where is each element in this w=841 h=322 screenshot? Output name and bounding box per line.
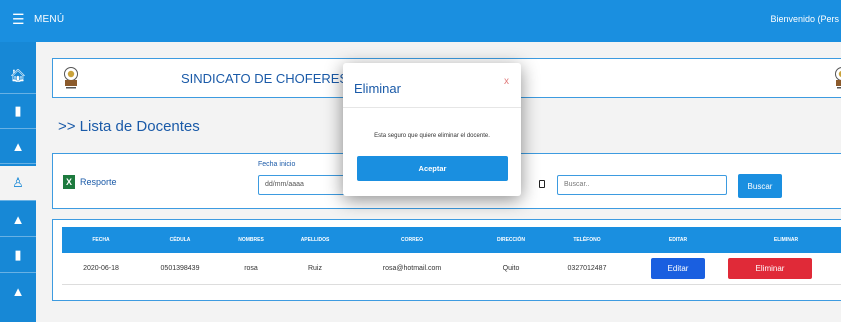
cell-nombres: rosa xyxy=(244,265,258,272)
cell-apellidos: Ruiz xyxy=(307,265,322,272)
column-header: APELLIDOS xyxy=(300,237,330,243)
accept-button[interactable]: Aceptar xyxy=(357,156,508,181)
column-header: DIRECCIÓN xyxy=(496,237,526,243)
sidebar-divider xyxy=(0,236,36,237)
table-row: 2020-06-18 0501398439 rosa Ruiz rosa@hot… xyxy=(62,253,841,285)
home-icon: 🏠︎ xyxy=(9,68,27,83)
user-icon: ▲ xyxy=(11,138,25,154)
sidebar-divider xyxy=(0,272,36,273)
start-date-input[interactable]: dd/mm/aaaa xyxy=(258,175,353,195)
cell-cedula: 0501398439 xyxy=(160,265,200,272)
cell-telefono: 0327012487 xyxy=(567,265,607,272)
delete-button[interactable]: Eliminar xyxy=(728,258,812,279)
sidebar-item-teachers[interactable]: ♙ xyxy=(0,166,36,200)
menu-label[interactable]: MENÚ xyxy=(34,14,64,25)
sidebar-item-home[interactable]: 🏠︎ xyxy=(0,59,36,93)
sidebar: 🏠︎ ▮ ▲ ♙ ▲ ▮ ▲ xyxy=(0,42,36,322)
column-header: CORREO xyxy=(401,237,423,243)
modal-message: Esta seguro que quiere eliminar el docen… xyxy=(374,133,490,139)
user-group-icon: ▲ xyxy=(11,283,25,299)
sidebar-item-students[interactable]: ▲ xyxy=(0,202,36,236)
hamburger-icon[interactable]: ☰ xyxy=(12,12,25,26)
sidebar-divider xyxy=(0,163,36,164)
union-logo-icon xyxy=(835,67,841,89)
report-label: Resporte xyxy=(80,177,117,187)
file-icon: ▮ xyxy=(14,247,22,262)
sidebar-item-users[interactable]: ▲ xyxy=(0,129,36,163)
edit-button[interactable]: Editar xyxy=(651,258,705,279)
sidebar-item-files[interactable]: ▮ xyxy=(0,238,36,272)
page-title: >> Lista de Docentes xyxy=(58,118,200,135)
column-header: EDITAR xyxy=(668,237,688,243)
close-icon[interactable]: x xyxy=(504,76,509,87)
cell-correo: rosa@hotmail.com xyxy=(382,265,442,272)
sidebar-item-groups[interactable]: ▲ xyxy=(0,274,36,308)
column-header: ELIMINAR xyxy=(773,237,799,243)
union-logo-icon xyxy=(64,67,78,89)
welcome-text: Bienvenido (Pers xyxy=(770,14,839,24)
cell-direccion: Quito xyxy=(502,265,520,272)
column-header: TELÉFONO xyxy=(573,237,601,243)
sidebar-item-documents[interactable]: ▮ xyxy=(0,94,36,128)
sidebar-divider xyxy=(0,200,36,201)
column-header: NOMBRES xyxy=(238,237,264,243)
search-button[interactable]: Buscar xyxy=(738,174,782,198)
user-icon: ▲ xyxy=(11,211,25,227)
teachers-table-panel: FECHA CÉDULA NOMBRES APELLIDOS CORREO DI… xyxy=(52,219,841,301)
top-bar: ☰ MENÚ Bienvenido (Pers xyxy=(0,0,841,42)
teacher-icon: ♙ xyxy=(12,175,24,190)
document-icon: ▮ xyxy=(14,103,22,118)
modal-title: Eliminar xyxy=(354,81,401,96)
calendar-icon[interactable] xyxy=(539,180,545,188)
cell-fecha: 2020-06-18 xyxy=(83,265,119,272)
table-header: FECHA CÉDULA NOMBRES APELLIDOS CORREO DI… xyxy=(62,227,841,253)
column-header: CÉDULA xyxy=(169,237,191,243)
modal-divider xyxy=(343,107,521,108)
excel-icon: X xyxy=(63,175,75,189)
start-date-label: Fecha inicio xyxy=(258,161,296,168)
column-header: FECHA xyxy=(92,237,110,243)
delete-confirm-modal: Eliminar x Esta seguro que quiere elimin… xyxy=(343,63,521,196)
report-link[interactable]: X Resporte xyxy=(63,175,117,189)
search-input[interactable]: Buscar.. xyxy=(557,175,727,195)
